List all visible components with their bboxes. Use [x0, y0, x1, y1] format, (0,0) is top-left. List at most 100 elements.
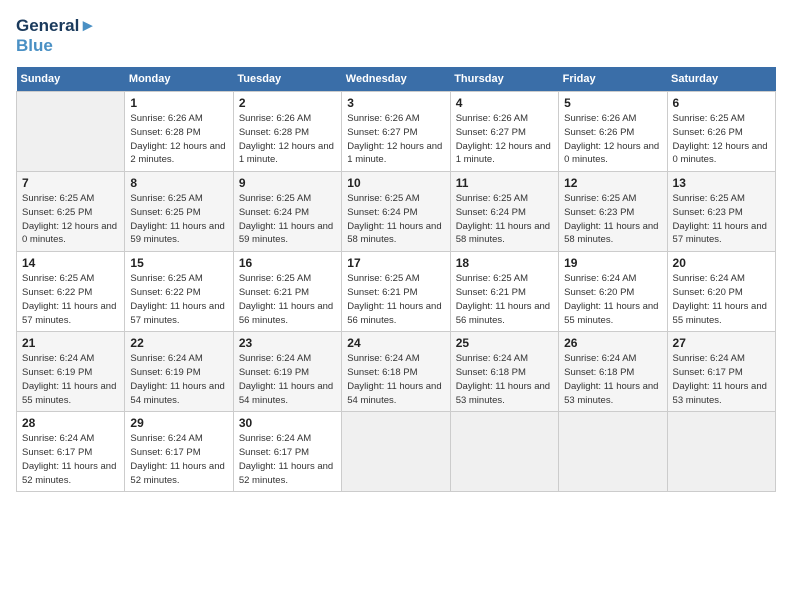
day-number: 2: [239, 96, 336, 110]
day-info: Sunrise: 6:25 AMSunset: 6:22 PMDaylight:…: [130, 272, 227, 327]
calendar-cell: 21 Sunrise: 6:24 AMSunset: 6:19 PMDayligh…: [17, 332, 125, 412]
day-number: 27: [673, 336, 770, 350]
day-info: Sunrise: 6:24 AMSunset: 6:19 PMDaylight:…: [239, 352, 336, 407]
day-info: Sunrise: 6:25 AMSunset: 6:24 PMDaylight:…: [239, 192, 336, 247]
day-info: Sunrise: 6:25 AMSunset: 6:25 PMDaylight:…: [130, 192, 227, 247]
day-number: 1: [130, 96, 227, 110]
calendar-cell: 19 Sunrise: 6:24 AMSunset: 6:20 PMDayligh…: [559, 252, 667, 332]
day-number: 24: [347, 336, 444, 350]
day-number: 18: [456, 256, 553, 270]
day-number: 16: [239, 256, 336, 270]
day-info: Sunrise: 6:25 AMSunset: 6:25 PMDaylight:…: [22, 192, 119, 247]
day-number: 15: [130, 256, 227, 270]
calendar-cell: 13Sunrise: 6:25 AMSunset: 6:23 PMDayligh…: [667, 172, 775, 252]
day-info: Sunrise: 6:24 AMSunset: 6:20 PMDaylight:…: [673, 272, 770, 327]
day-info: Sunrise: 6:25 AMSunset: 6:24 PMDaylight:…: [347, 192, 444, 247]
calendar-cell: 2 Sunrise: 6:26 AMSunset: 6:28 PMDaylight…: [233, 92, 341, 172]
calendar-cell: 25 Sunrise: 6:24 AMSunset: 6:18 PMDayligh…: [450, 332, 558, 412]
calendar-cell: 7 Sunrise: 6:25 AMSunset: 6:25 PMDaylight…: [17, 172, 125, 252]
col-header-tuesday: Tuesday: [233, 67, 341, 92]
calendar-cell: [342, 412, 450, 492]
calendar-cell: 23 Sunrise: 6:24 AMSunset: 6:19 PMDayligh…: [233, 332, 341, 412]
calendar-cell: 11 Sunrise: 6:25 AMSunset: 6:24 PMDayligh…: [450, 172, 558, 252]
calendar-cell: 29 Sunrise: 6:24 AMSunset: 6:17 PMDayligh…: [125, 412, 233, 492]
day-number: 12: [564, 176, 661, 190]
col-header-saturday: Saturday: [667, 67, 775, 92]
day-info: Sunrise: 6:26 AMSunset: 6:27 PMDaylight:…: [347, 112, 444, 167]
calendar-cell: [667, 412, 775, 492]
day-number: 28: [22, 416, 119, 430]
day-info: Sunrise: 6:24 AMSunset: 6:18 PMDaylight:…: [347, 352, 444, 407]
day-info: Sunrise: 6:24 AMSunset: 6:17 PMDaylight:…: [239, 432, 336, 487]
logo-line1: General►: [16, 16, 96, 36]
day-number: 26: [564, 336, 661, 350]
day-info: Sunrise: 6:24 AMSunset: 6:18 PMDaylight:…: [564, 352, 661, 407]
calendar-cell: 8 Sunrise: 6:25 AMSunset: 6:25 PMDaylight…: [125, 172, 233, 252]
day-info: Sunrise: 6:25 AMSunset: 6:21 PMDaylight:…: [456, 272, 553, 327]
calendar-cell: 1 Sunrise: 6:26 AMSunset: 6:28 PMDaylight…: [125, 92, 233, 172]
calendar-cell: 15 Sunrise: 6:25 AMSunset: 6:22 PMDayligh…: [125, 252, 233, 332]
day-number: 29: [130, 416, 227, 430]
logo: General► Blue: [16, 16, 96, 55]
calendar-cell: 22Sunrise: 6:24 AMSunset: 6:19 PMDayligh…: [125, 332, 233, 412]
calendar-cell: 17 Sunrise: 6:25 AMSunset: 6:21 PMDayligh…: [342, 252, 450, 332]
day-info: Sunrise: 6:26 AMSunset: 6:28 PMDaylight:…: [239, 112, 336, 167]
calendar-cell: [450, 412, 558, 492]
calendar-cell: 6 Sunrise: 6:25 AMSunset: 6:26 PMDaylight…: [667, 92, 775, 172]
calendar-cell: [559, 412, 667, 492]
day-number: 5: [564, 96, 661, 110]
day-number: 9: [239, 176, 336, 190]
day-info: Sunrise: 6:24 AMSunset: 6:19 PMDaylight:…: [22, 352, 119, 407]
calendar-cell: 14 Sunrise: 6:25 AMSunset: 6:22 PMDayligh…: [17, 252, 125, 332]
day-number: 19: [564, 256, 661, 270]
day-number: 14: [22, 256, 119, 270]
day-number: 7: [22, 176, 119, 190]
day-info: Sunrise: 6:25 AMSunset: 6:21 PMDaylight:…: [347, 272, 444, 327]
day-info: Sunrise: 6:25 AMSunset: 6:21 PMDaylight:…: [239, 272, 336, 327]
col-header-wednesday: Wednesday: [342, 67, 450, 92]
calendar-cell: 27 Sunrise: 6:24 AMSunset: 6:17 PMDayligh…: [667, 332, 775, 412]
day-info: Sunrise: 6:25 AMSunset: 6:26 PMDaylight:…: [673, 112, 770, 167]
calendar-cell: 24 Sunrise: 6:24 AMSunset: 6:18 PMDayligh…: [342, 332, 450, 412]
calendar-cell: 16 Sunrise: 6:25 AMSunset: 6:21 PMDayligh…: [233, 252, 341, 332]
day-number: 11: [456, 176, 553, 190]
day-number: 10: [347, 176, 444, 190]
calendar-cell: 26 Sunrise: 6:24 AMSunset: 6:18 PMDayligh…: [559, 332, 667, 412]
calendar-table: SundayMondayTuesdayWednesdayThursdayFrid…: [16, 67, 776, 492]
day-info: Sunrise: 6:26 AMSunset: 6:27 PMDaylight:…: [456, 112, 553, 167]
day-number: 20: [673, 256, 770, 270]
calendar-cell: [17, 92, 125, 172]
day-info: Sunrise: 6:24 AMSunset: 6:18 PMDaylight:…: [456, 352, 553, 407]
day-info: Sunrise: 6:24 AMSunset: 6:17 PMDaylight:…: [673, 352, 770, 407]
day-info: Sunrise: 6:24 AMSunset: 6:17 PMDaylight:…: [130, 432, 227, 487]
day-number: 8: [130, 176, 227, 190]
calendar-cell: 3Sunrise: 6:26 AMSunset: 6:27 PMDaylight…: [342, 92, 450, 172]
col-header-monday: Monday: [125, 67, 233, 92]
col-header-thursday: Thursday: [450, 67, 558, 92]
day-info: Sunrise: 6:26 AMSunset: 6:28 PMDaylight:…: [130, 112, 227, 167]
logo-line2: Blue: [16, 36, 96, 56]
day-info: Sunrise: 6:25 AMSunset: 6:24 PMDaylight:…: [456, 192, 553, 247]
calendar-cell: 10 Sunrise: 6:25 AMSunset: 6:24 PMDayligh…: [342, 172, 450, 252]
col-header-friday: Friday: [559, 67, 667, 92]
day-info: Sunrise: 6:25 AMSunset: 6:23 PMDaylight:…: [673, 192, 770, 247]
day-info: Sunrise: 6:26 AMSunset: 6:26 PMDaylight:…: [564, 112, 661, 167]
day-info: Sunrise: 6:24 AMSunset: 6:17 PMDaylight:…: [22, 432, 119, 487]
day-number: 23: [239, 336, 336, 350]
day-number: 17: [347, 256, 444, 270]
day-number: 6: [673, 96, 770, 110]
col-header-sunday: Sunday: [17, 67, 125, 92]
day-number: 30: [239, 416, 336, 430]
calendar-cell: 30 Sunrise: 6:24 AMSunset: 6:17 PMDayligh…: [233, 412, 341, 492]
calendar-cell: 18 Sunrise: 6:25 AMSunset: 6:21 PMDayligh…: [450, 252, 558, 332]
day-info: Sunrise: 6:25 AMSunset: 6:23 PMDaylight:…: [564, 192, 661, 247]
calendar-cell: 12 Sunrise: 6:25 AMSunset: 6:23 PMDayligh…: [559, 172, 667, 252]
calendar-cell: 5 Sunrise: 6:26 AMSunset: 6:26 PMDaylight…: [559, 92, 667, 172]
day-number: 25: [456, 336, 553, 350]
calendar-cell: 4Sunrise: 6:26 AMSunset: 6:27 PMDaylight…: [450, 92, 558, 172]
day-info: Sunrise: 6:25 AMSunset: 6:22 PMDaylight:…: [22, 272, 119, 327]
day-number: 21: [22, 336, 119, 350]
day-info: Sunrise: 6:24 AMSunset: 6:19 PMDaylight:…: [130, 352, 227, 407]
day-info: Sunrise: 6:24 AMSunset: 6:20 PMDaylight:…: [564, 272, 661, 327]
calendar-cell: 20 Sunrise: 6:24 AMSunset: 6:20 PMDayligh…: [667, 252, 775, 332]
